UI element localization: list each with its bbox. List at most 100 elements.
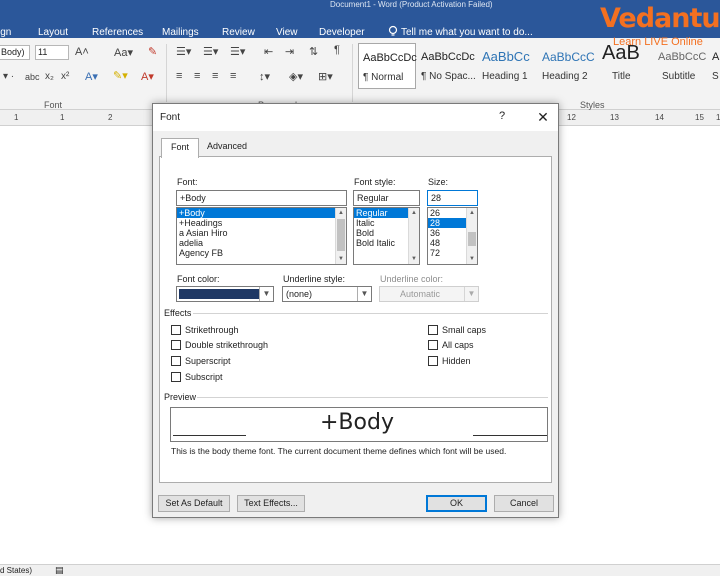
strikethrough-icon[interactable]: abc — [25, 72, 40, 82]
ribbon-tab-view[interactable]: View — [276, 27, 298, 38]
highlight-icon[interactable]: ✎▾ — [113, 69, 128, 82]
chevron-down-icon[interactable]: ▼ — [259, 287, 273, 301]
ribbon-tab-review[interactable]: Review — [222, 27, 255, 38]
font-name-box[interactable]: Body) — [0, 45, 30, 60]
style-more[interactable]: A S — [712, 43, 720, 89]
font-list[interactable]: +Body +Headings a Asian Hiro adelia Agen… — [176, 207, 347, 265]
font-list-scrollbar[interactable]: ▲ ▼ — [335, 208, 346, 264]
dialog-title-bar: Font ? ✕ — [153, 104, 558, 131]
superscript-checkbox[interactable] — [171, 356, 181, 366]
underline-icon[interactable]: ▾ · — [3, 71, 14, 82]
ribbon-tab-layout[interactable]: Layout — [38, 27, 68, 38]
ribbon-separator — [166, 44, 167, 102]
style-sample: AaBbCcDc — [421, 51, 475, 63]
chevron-down-icon[interactable]: ▼ — [357, 287, 371, 301]
ribbon-tab-developer[interactable]: Developer — [319, 27, 365, 38]
double-strikethrough-checkbox[interactable] — [171, 340, 181, 350]
font-style-list[interactable]: Regular Italic Bold Bold Italic ▲ ▼ — [353, 207, 420, 265]
line-spacing-icon[interactable]: ↕▾ — [259, 70, 270, 83]
style-subtitle[interactable]: AaBbCcC Subtitle — [654, 43, 712, 89]
list-item[interactable]: Agency FB — [177, 248, 346, 258]
underline-color-dropdown[interactable]: Automatic ▼ — [379, 286, 479, 302]
style-no-spacing[interactable]: AaBbCcDc ¶ No Spac... — [417, 43, 477, 89]
font-color-icon[interactable]: A▾ — [141, 70, 154, 83]
all-caps-label[interactable]: All caps — [442, 340, 474, 350]
status-language[interactable]: d States) — [0, 566, 32, 575]
show-formatting-icon[interactable]: ¶ — [334, 44, 340, 56]
text-effects-button[interactable]: Text Effects... — [237, 495, 305, 512]
all-caps-checkbox[interactable] — [428, 340, 438, 350]
scroll-up-icon[interactable]: ▲ — [409, 208, 419, 218]
font-style-input[interactable]: Regular — [353, 190, 420, 206]
ruler-number: 16 — [716, 113, 720, 122]
font-size-box[interactable]: 11 — [35, 45, 69, 60]
align-left-icon[interactable]: ≡ — [176, 70, 182, 82]
size-list[interactable]: 26 28 36 48 72 ▲ ▼ — [427, 207, 478, 265]
subscript-icon[interactable]: x₂ — [45, 71, 54, 82]
grow-font-icon[interactable]: A˄ — [75, 46, 89, 58]
justify-icon[interactable]: ≡ — [230, 70, 236, 82]
superscript-icon[interactable]: x² — [61, 71, 69, 82]
multilevel-list-icon[interactable]: ☰▾ — [230, 45, 245, 58]
chevron-down-icon[interactable]: ▼ — [464, 287, 478, 301]
size-list-scrollbar[interactable]: ▲ ▼ — [466, 208, 477, 264]
superscript-label[interactable]: Superscript — [185, 356, 231, 366]
increase-indent-icon[interactable]: ⇥ — [285, 45, 294, 58]
hidden-checkbox[interactable] — [428, 356, 438, 366]
macro-icon[interactable]: ▤ — [55, 565, 64, 576]
clear-formatting-icon[interactable]: ✎ — [148, 45, 157, 58]
list-item[interactable]: +Headings — [177, 218, 346, 228]
tell-me-search[interactable]: Tell me what you want to do... — [401, 27, 533, 38]
hidden-label[interactable]: Hidden — [442, 356, 471, 366]
change-case-icon[interactable]: Aa▾ — [114, 46, 133, 59]
subscript-checkbox[interactable] — [171, 372, 181, 382]
bullets-icon[interactable]: ☰▾ — [176, 45, 191, 58]
ribbon-tab-references[interactable]: References — [92, 27, 143, 38]
align-center-icon[interactable]: ≡ — [194, 70, 200, 82]
borders-icon[interactable]: ⊞▾ — [318, 70, 333, 83]
ribbon-tab-mailings[interactable]: Mailings — [162, 27, 199, 38]
size-input[interactable]: 28 — [427, 190, 478, 206]
tab-advanced[interactable]: Advanced — [199, 138, 255, 157]
strikethrough-label[interactable]: Strikethrough — [185, 325, 239, 335]
list-item[interactable]: adelia — [177, 238, 346, 248]
scroll-thumb[interactable] — [337, 219, 345, 251]
cancel-button[interactable]: Cancel — [494, 495, 554, 512]
font-style-scrollbar[interactable]: ▲ ▼ — [408, 208, 419, 264]
underline-style-dropdown[interactable]: (none) ▼ — [282, 286, 372, 302]
scroll-down-icon[interactable]: ▼ — [467, 254, 477, 264]
decrease-indent-icon[interactable]: ⇤ — [264, 45, 273, 58]
strikethrough-checkbox[interactable] — [171, 325, 181, 335]
ruler-number: 15 — [695, 113, 704, 122]
set-as-default-button[interactable]: Set As Default — [158, 495, 230, 512]
scroll-up-icon[interactable]: ▲ — [467, 208, 477, 218]
sort-icon[interactable]: ⇅ — [309, 45, 318, 58]
font-color-dropdown[interactable]: ▼ — [176, 286, 274, 302]
double-strikethrough-label[interactable]: Double strikethrough — [185, 340, 268, 350]
scroll-down-icon[interactable]: ▼ — [336, 254, 346, 264]
style-normal[interactable]: AaBbCcDc ¶ Normal — [358, 43, 417, 89]
numbering-icon[interactable]: ☰▾ — [203, 45, 218, 58]
style-heading-2[interactable]: AaBbCcC Heading 2 — [538, 43, 598, 89]
style-title[interactable]: AaB Title — [598, 42, 654, 89]
style-heading-1[interactable]: AaBbCc Heading 1 — [478, 43, 538, 89]
align-right-icon[interactable]: ≡ — [212, 70, 218, 82]
small-caps-label[interactable]: Small caps — [442, 325, 486, 335]
scroll-thumb[interactable] — [468, 232, 476, 246]
font-color-label: Font color: — [177, 274, 220, 284]
list-item[interactable]: a Asian Hiro — [177, 228, 346, 238]
list-item[interactable]: +Body — [177, 208, 346, 218]
ribbon-tab-design[interactable]: ign — [0, 27, 11, 38]
small-caps-checkbox[interactable] — [428, 325, 438, 335]
tab-font[interactable]: Font — [161, 138, 199, 158]
shading-icon[interactable]: ◈▾ — [289, 70, 303, 83]
underline-color-label: Underline color: — [380, 274, 444, 284]
font-input[interactable]: +Body — [176, 190, 347, 206]
close-icon[interactable]: ✕ — [531, 106, 555, 128]
ok-button[interactable]: OK — [426, 495, 487, 512]
scroll-down-icon[interactable]: ▼ — [409, 254, 419, 264]
scroll-up-icon[interactable]: ▲ — [336, 208, 346, 218]
help-button[interactable]: ? — [499, 110, 505, 122]
subscript-label[interactable]: Subscript — [185, 372, 223, 382]
text-effects-icon[interactable]: A▾ — [85, 70, 98, 83]
